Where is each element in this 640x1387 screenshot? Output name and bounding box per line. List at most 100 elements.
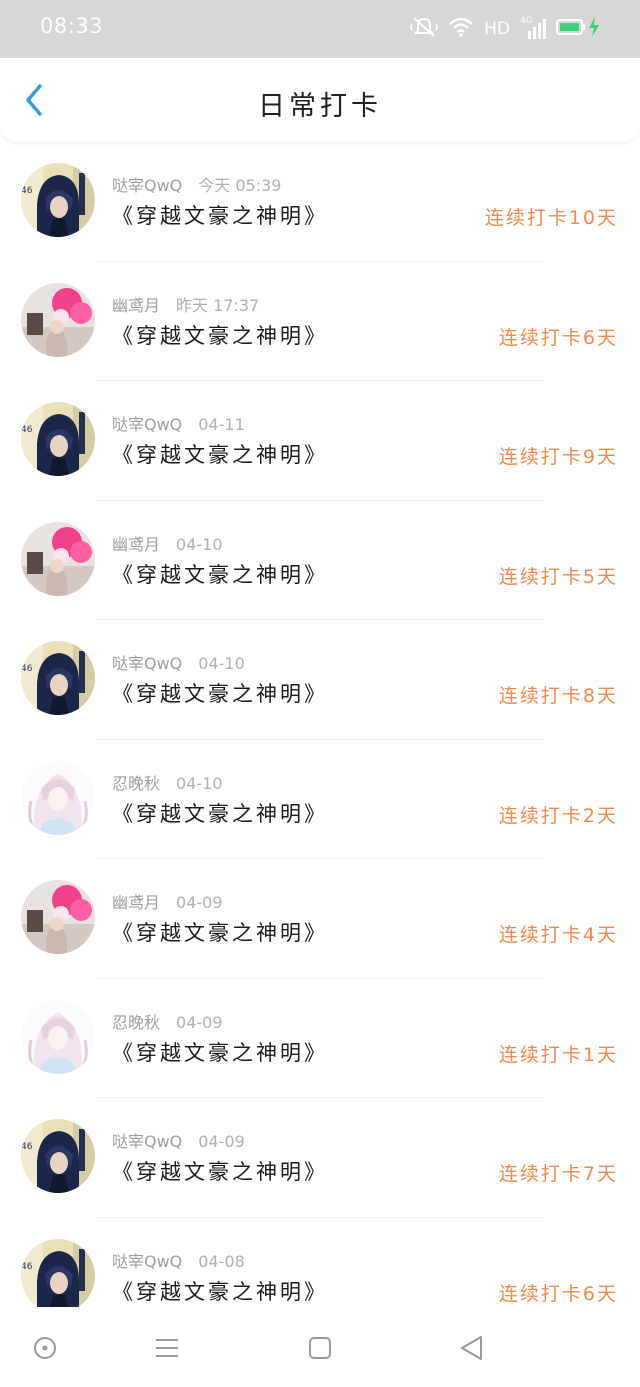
svg-text:46: 46 xyxy=(21,664,33,674)
item-meta: 哒宰QwQ 今天 05:39 xyxy=(112,172,281,196)
avatar[interactable]: 46 xyxy=(21,1119,95,1193)
username: 哒宰QwQ xyxy=(112,176,183,195)
system-nav-bar xyxy=(0,1307,640,1387)
mute-icon xyxy=(410,15,438,43)
svg-text:46: 46 xyxy=(21,1262,33,1272)
item-date: 04-08 xyxy=(198,1251,245,1271)
book-title: 《穿越文豪之神明》 xyxy=(112,443,328,467)
list-item[interactable]: 忍晚秋 04-10 《穿越文豪之神明》 连续打卡2天 xyxy=(0,740,640,859)
book-title: 《穿越文豪之神明》 xyxy=(112,204,328,228)
avatar[interactable] xyxy=(21,521,95,596)
username: 哒宰QwQ xyxy=(112,654,183,673)
streak-badge: 连续打卡5天 xyxy=(498,565,618,588)
book-title: 《穿越文豪之神明》 xyxy=(112,682,328,706)
item-date: 04-09 xyxy=(176,893,223,912)
username: 忍晚秋 xyxy=(112,1012,161,1032)
signal-icon: 4G xyxy=(520,16,546,40)
username: 哒宰QwQ xyxy=(112,415,183,434)
username: 哒宰QwQ xyxy=(112,1251,183,1271)
item-date: 04-10 xyxy=(198,654,245,673)
checkin-list: 46 哒宰QwQ 今天 05:39 《穿越文豪之神明》 连续打卡10天 幽鸢月 昨天… xyxy=(0,142,640,1337)
book-title: 《穿越文豪之神明》 xyxy=(112,921,328,945)
list-item[interactable]: 忍晚秋 04-09 《穿越文豪之神明》 连续打卡1天 xyxy=(0,979,640,1098)
list-item[interactable]: 46 哒宰QwQ 04-11 《穿越文豪之神明》 连续打卡9天 xyxy=(0,381,640,501)
network-gen-label: 4G xyxy=(520,16,533,26)
list-item[interactable]: 46 哒宰QwQ 04-10 《穿越文豪之神明》 连续打卡8天 xyxy=(0,620,640,740)
username: 忍晚秋 xyxy=(112,773,161,793)
avatar[interactable] xyxy=(21,999,95,1074)
streak-badge: 连续打卡6天 xyxy=(498,326,618,349)
book-title: 《穿越文豪之神明》 xyxy=(112,562,328,587)
avatar[interactable]: 46 xyxy=(21,402,95,476)
list-item[interactable]: 幽鸢月 04-09 《穿越文豪之神明》 连续打卡4天 xyxy=(0,859,640,979)
recents-square-icon xyxy=(309,1337,331,1359)
username: 幽鸢月 xyxy=(112,295,161,315)
username: 哒宰QwQ xyxy=(112,1132,183,1151)
home-button[interactable] xyxy=(28,1331,62,1365)
wifi-icon xyxy=(448,16,474,42)
dazai-avatar-image: 46 xyxy=(21,402,95,476)
item-date: 04-11 xyxy=(198,415,245,434)
item-date: 04-09 xyxy=(176,1012,223,1032)
streak-badge: 连续打卡9天 xyxy=(498,446,618,468)
item-date: 04-10 xyxy=(176,773,223,793)
avatar[interactable] xyxy=(21,760,95,835)
balloon-avatar-image xyxy=(21,880,95,954)
streak-badge: 连续打卡2天 xyxy=(498,804,618,827)
avatar[interactable]: 46 xyxy=(21,641,95,715)
list-item[interactable]: 46 哒宰QwQ 今天 05:39 《穿越文豪之神明》 连续打卡10天 xyxy=(0,142,640,262)
recents-button[interactable] xyxy=(303,1331,337,1365)
avatar[interactable]: 46 xyxy=(21,163,95,237)
hd-label: HD xyxy=(484,19,510,39)
svg-text:46: 46 xyxy=(21,186,33,196)
svg-text:46: 46 xyxy=(21,425,33,435)
item-meta: 幽鸢月 04-10 xyxy=(112,531,223,555)
book-title: 《穿越文豪之神明》 xyxy=(112,323,328,348)
item-meta: 哒宰QwQ 04-09 xyxy=(112,1128,245,1152)
item-meta: 忍晚秋 04-10 xyxy=(112,770,223,794)
book-title: 《穿越文豪之神明》 xyxy=(112,1040,328,1065)
anime-girl-avatar-image xyxy=(21,760,95,835)
balloon-avatar-image xyxy=(21,282,95,357)
menu-icon xyxy=(156,1339,178,1357)
book-title: 《穿越文豪之神明》 xyxy=(112,1279,328,1304)
list-item[interactable]: 幽鸢月 昨天 17:37 《穿越文豪之神明》 连续打卡6天 xyxy=(0,262,640,381)
anime-girl-avatar-image xyxy=(21,999,95,1074)
status-bar: 08:33 HD 4G xyxy=(0,0,640,58)
list-item[interactable]: 46 哒宰QwQ 04-09 《穿越文豪之神明》 连续打卡7天 xyxy=(0,1098,640,1218)
balloon-avatar-image xyxy=(21,521,95,596)
avatar[interactable] xyxy=(21,282,95,357)
streak-badge: 连续打卡1天 xyxy=(498,1043,618,1066)
streak-badge: 连续打卡4天 xyxy=(498,924,618,946)
streak-badge: 连续打卡8天 xyxy=(498,685,618,707)
item-meta: 幽鸢月 昨天 17:37 xyxy=(112,292,259,316)
avatar[interactable] xyxy=(21,880,95,954)
header-bar: 日常打卡 xyxy=(0,58,640,142)
back-triangle-icon xyxy=(461,1336,482,1360)
dazai-avatar-image: 46 xyxy=(21,1238,95,1313)
page-title: 日常打卡 xyxy=(258,91,382,122)
item-meta: 哒宰QwQ 04-08 xyxy=(112,1248,245,1272)
charging-icon xyxy=(588,16,600,42)
item-meta: 幽鸢月 04-09 xyxy=(112,889,223,913)
battery-icon xyxy=(556,18,586,40)
item-date: 昨天 17:37 xyxy=(176,295,260,315)
book-title: 《穿越文豪之神明》 xyxy=(112,801,328,826)
username: 幽鸢月 xyxy=(112,534,161,554)
streak-badge: 连续打卡7天 xyxy=(498,1163,618,1185)
dazai-avatar-image: 46 xyxy=(21,1119,95,1193)
avatar[interactable]: 46 xyxy=(21,1238,95,1313)
dazai-avatar-image: 46 xyxy=(21,163,95,237)
dazai-avatar-image: 46 xyxy=(21,641,95,715)
list-item[interactable]: 幽鸢月 04-10 《穿越文豪之神明》 连续打卡5天 xyxy=(0,501,640,620)
item-meta: 哒宰QwQ 04-11 xyxy=(112,411,245,435)
item-date: 今天 05:39 xyxy=(198,176,282,195)
system-back-button[interactable] xyxy=(455,1331,489,1365)
status-time: 08:33 xyxy=(40,14,104,38)
streak-badge: 连续打卡10天 xyxy=(484,207,618,229)
home-circle-icon xyxy=(34,1337,56,1359)
book-title: 《穿越文豪之神明》 xyxy=(112,1160,328,1184)
item-meta: 哒宰QwQ 04-10 xyxy=(112,650,245,674)
status-icons: HD 4G xyxy=(410,14,600,44)
menu-button[interactable] xyxy=(150,1331,184,1365)
